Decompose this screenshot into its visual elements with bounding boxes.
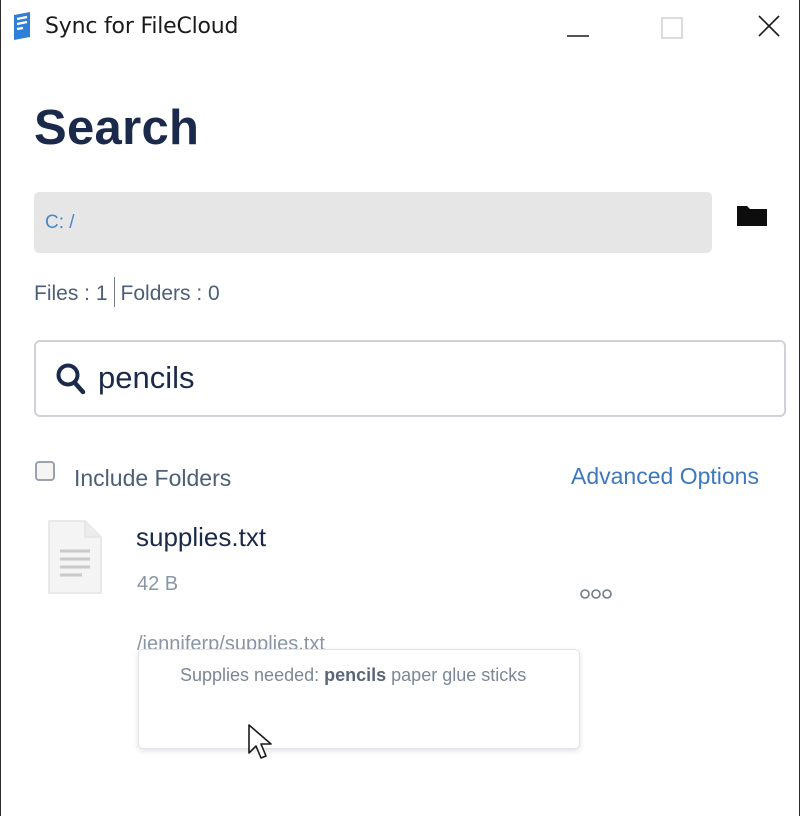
mouse-pointer-icon	[247, 723, 273, 765]
folder-icon	[737, 206, 767, 226]
page-title: Search	[34, 101, 200, 155]
location-path[interactable]: C: /	[45, 212, 75, 234]
minimize-icon	[567, 35, 589, 37]
result-file-path: /jenniferp/supplies.txt	[137, 633, 325, 650]
app-window: Sync for FileCloud Search C: / Files: 1…	[0, 0, 800, 816]
counts-divider	[113, 277, 115, 307]
close-button[interactable]	[747, 8, 793, 48]
snippet-match-highlight: pencils	[324, 665, 387, 685]
snippet-text: Supplies needed: pencils paper glue stic…	[180, 666, 560, 684]
result-file-name[interactable]: supplies.txt	[136, 522, 266, 553]
snippet-prefix: Supplies needed:	[180, 665, 325, 685]
content-snippet-tooltip: Supplies needed: pencils paper glue stic…	[138, 649, 580, 749]
include-folders-label[interactable]: Include Folders	[74, 465, 231, 492]
result-file-size: 42 B	[137, 573, 179, 595]
text-file-icon	[47, 520, 103, 594]
more-options-icon	[580, 589, 612, 599]
search-icon	[55, 362, 87, 396]
maximize-button[interactable]	[649, 8, 695, 48]
minimize-button[interactable]	[555, 8, 601, 48]
maximize-icon	[661, 17, 683, 39]
more-options-button[interactable]	[577, 583, 621, 605]
folders-count: Folders : 0	[120, 282, 220, 305]
files-count: Files : 1	[34, 282, 108, 305]
advanced-options-link[interactable]: Advanced Options	[571, 463, 759, 490]
result-path-container: /jenniferp/supplies.txt	[137, 632, 437, 650]
snippet-suffix: paper glue sticks	[386, 665, 527, 685]
result-counts: Files : 1 Folders : 0	[34, 277, 220, 307]
include-folders-checkbox[interactable]	[35, 461, 55, 481]
search-input[interactable]: pencils	[34, 340, 786, 417]
filecloud-logo-icon	[11, 12, 33, 40]
location-path-bar[interactable]: C: /	[34, 192, 712, 253]
search-query[interactable]: pencils	[98, 360, 195, 396]
window-title: Sync for FileCloud	[45, 14, 239, 39]
title-bar[interactable]: Sync for FileCloud	[1, 0, 800, 56]
browse-folder-button[interactable]	[733, 198, 773, 232]
close-icon	[758, 15, 780, 37]
